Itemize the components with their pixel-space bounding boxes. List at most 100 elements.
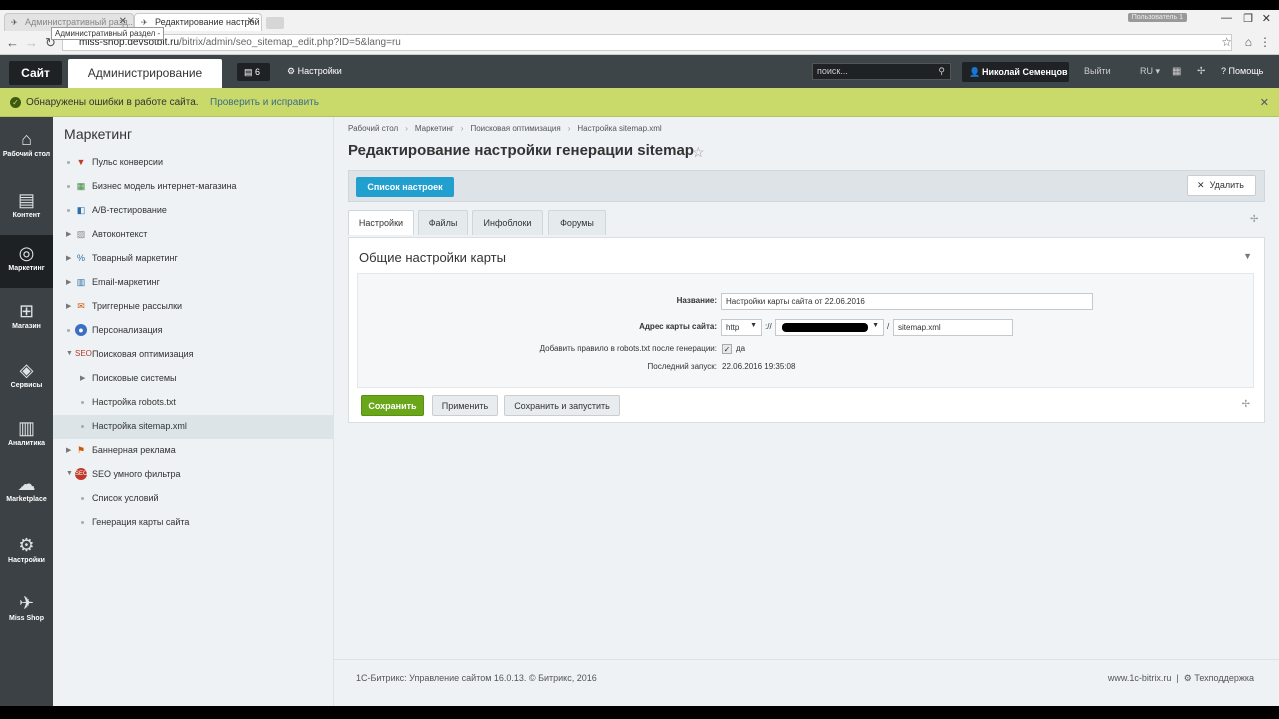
menu-icon[interactable]: ⋮ (1259, 35, 1271, 49)
search-input[interactable]: поиск... ⚲ (812, 63, 951, 80)
sidebar-item[interactable]: ◧ A/B-тестирование (53, 199, 334, 223)
menu-item-settings[interactable]: ⚙ Настройки (0, 527, 53, 579)
basket-icon: ⊞ (18, 301, 35, 321)
sidebar-item[interactable]: ▶ ▥ Email-маркетинг (53, 271, 334, 295)
breadcrumb-link[interactable]: Поисковая оптимизация (470, 124, 560, 133)
sidebar-item[interactable]: ▼ SEO SEO умного фильтра (53, 463, 334, 487)
settings-button[interactable]: ⚙ Настройки (287, 66, 342, 77)
close-icon[interactable]: ✕ (247, 16, 255, 27)
admin-button[interactable]: Администрирование (68, 59, 222, 88)
name-field[interactable]: Настройки карты сайта от 22.06.2016 (721, 293, 1093, 310)
close-icon[interactable]: ✕ (1260, 96, 1269, 109)
email-chart-icon: ▥ (76, 277, 86, 287)
delete-button[interactable]: ✕ Удалить (1187, 175, 1256, 196)
expand-arrow-icon[interactable]: ▶ (80, 374, 85, 382)
sidebar-item[interactable]: ● Персонализация (53, 319, 334, 343)
breadcrumb-link[interactable]: Рабочий стол (348, 124, 398, 133)
logout-link[interactable]: Выйти (1084, 66, 1111, 76)
expand-arrow-icon[interactable]: ▶ (66, 254, 71, 262)
tab-settings[interactable]: Настройки (348, 210, 414, 235)
site-button[interactable]: Сайт (9, 61, 62, 85)
tab-files[interactable]: Файлы (418, 210, 468, 235)
address-label: Адрес карты сайта: (639, 322, 717, 331)
last-run-label: Последний запуск: (647, 362, 717, 371)
error-notice-bar: ✓ Обнаружены ошибки в работе сайта. Пров… (0, 88, 1279, 117)
pin-icon[interactable]: ✢ (1242, 399, 1250, 410)
layers-icon: ◈ (19, 360, 34, 380)
domain-select[interactable]: ▼ (775, 319, 884, 336)
footer: 1С-Битрикс: Управление сайтом 16.0.13. ©… (334, 659, 1279, 706)
expand-arrow-icon[interactable]: ▶ (66, 302, 71, 310)
window-close-icon[interactable]: ✕ (1262, 12, 1271, 25)
breadcrumb-link[interactable]: Маркетинг (415, 124, 454, 133)
tab-forums[interactable]: Форумы (548, 210, 606, 235)
menu-item-shop[interactable]: ⊞ Магазин (0, 293, 53, 345)
new-tab-button[interactable] (266, 17, 284, 29)
home-icon[interactable]: ⌂ (1245, 35, 1252, 49)
sidebar-item[interactable]: ▶ ⚑ Баннерная реклама (53, 439, 334, 463)
sidebar-item[interactable]: ▼ Пульс конверсии (53, 151, 334, 175)
url-field[interactable]: miss-shop.devsotbit.ru/bitrix/admin/seo_… (62, 34, 1232, 51)
sidebar-subitem[interactable]: ▶ Поисковые системы (53, 367, 334, 391)
banner-icon: ⚑ (76, 445, 86, 455)
table-icon[interactable]: ▦ (1172, 66, 1181, 77)
sidebar-item[interactable]: ▦ Бизнес модель интернет-магазина (53, 175, 334, 199)
pin-icon[interactable]: ✢ (1250, 214, 1258, 225)
menu-item-analytics[interactable]: ▥ Аналитика (0, 410, 53, 462)
search-icon[interactable]: ⚲ (938, 66, 945, 77)
close-icon[interactable]: ✕ (119, 16, 127, 27)
url-path: /bitrix/admin/seo_sitemap_edit.php?ID=5&… (179, 37, 401, 48)
sidebar-item[interactable]: ▶% Товарный маркетинг (53, 247, 334, 271)
bitrix-site-link[interactable]: www.1c-bitrix.ru (1108, 673, 1172, 683)
minimize-icon[interactable]: — (1221, 12, 1232, 24)
menu-item-marketplace[interactable]: ☁ Marketplace (0, 466, 53, 518)
form-area: Название: Настройки карты сайта от 22.06… (357, 273, 1254, 388)
menu-label: Контент (12, 212, 41, 219)
check-and-fix-link[interactable]: Проверить и исправить (210, 97, 319, 108)
sidebar-item[interactable]: ▶ ✉ Триггерные рассылки (53, 295, 334, 319)
save-button[interactable]: Сохранить (361, 395, 424, 416)
sidebar-subitem[interactable]: Список условий (53, 487, 334, 511)
protocol-select[interactable]: http ▼ (721, 319, 762, 336)
apply-button[interactable]: Применить (432, 395, 498, 416)
collapse-arrow-icon[interactable]: ▼ (66, 470, 73, 477)
bookmark-star-icon[interactable]: ☆ (1221, 35, 1232, 49)
robots-checkbox[interactable]: ✓ (722, 344, 732, 354)
help-link[interactable]: ? Помощь (1221, 66, 1263, 76)
user-button[interactable]: 👤 Николай Семенцов (962, 62, 1069, 82)
file-field[interactable]: sitemap.xml (893, 319, 1013, 336)
save-and-run-button[interactable]: Сохранить и запустить (504, 395, 620, 416)
back-icon[interactable]: ← (6, 35, 19, 50)
sidebar-subitem[interactable]: Генерация карты сайта (53, 511, 334, 535)
menu-item-services[interactable]: ◈ Сервисы (0, 352, 53, 404)
sidebar-subitem-active[interactable]: Настройка sitemap.xml (53, 415, 334, 439)
expand-arrow-icon[interactable]: ▶ (66, 446, 71, 454)
menu-item-desktop[interactable]: ⌂ Рабочий стол (0, 121, 53, 175)
sidebar-item[interactable]: ▶ ▨ Автоконтекст (53, 223, 334, 247)
expand-arrow-icon[interactable]: ▶ (66, 230, 71, 238)
menu-label: Магазин (12, 323, 41, 330)
menu-item-content[interactable]: ▤ Контент (0, 182, 53, 234)
expand-arrow-icon[interactable]: ▶ (66, 278, 71, 286)
tab-iblocks[interactable]: Инфоблоки (472, 210, 543, 235)
user-name: Николай Семенцов (982, 67, 1068, 77)
menu-item-marketing[interactable]: ◎ Маркетинг (0, 235, 53, 288)
cloud-icon: ☁ (17, 474, 36, 494)
pin-icon[interactable]: ✢ (1197, 66, 1205, 77)
sidebar-item[interactable]: ▼ SEO Поисковая оптимизация (53, 343, 334, 367)
restore-icon[interactable]: ❐ (1243, 12, 1253, 25)
favorite-star-icon[interactable]: ☆ (692, 144, 705, 161)
profile-badge[interactable]: Пользователь 1 (1127, 13, 1187, 22)
support-link[interactable]: Техподдержка (1194, 673, 1254, 683)
forward-icon[interactable]: → (25, 35, 38, 50)
language-select[interactable]: RU ▾ (1140, 66, 1160, 77)
tab-tooltip: Административный раздел - (51, 27, 165, 40)
settings-list-button[interactable]: Список настроек (356, 177, 454, 197)
collapse-arrow-icon[interactable]: ▼ (66, 350, 73, 357)
sidebar-item-label: SEO умного фильтра (92, 469, 181, 479)
collapse-chevron-icon[interactable]: ▼ (1243, 251, 1252, 261)
notifications-button[interactable]: ▤ 6 (237, 63, 270, 81)
menu-item-miss-shop[interactable]: ✈ Miss Shop (0, 585, 53, 637)
sidebar-subitem[interactable]: Настройка robots.txt (53, 391, 334, 415)
breadcrumb-current[interactable]: Настройка sitemap.xml (577, 124, 661, 133)
